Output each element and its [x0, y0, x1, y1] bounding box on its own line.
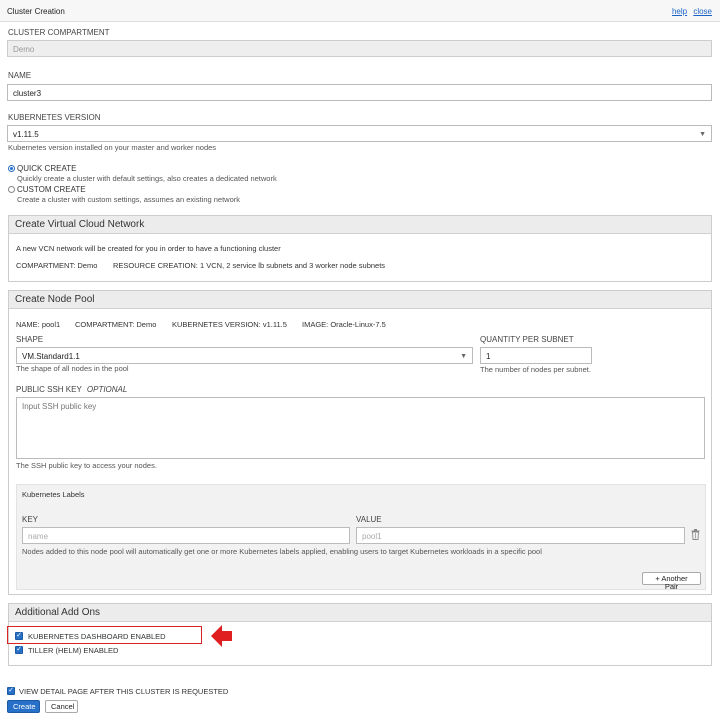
k8s-version-hint: Kubernetes version installed on your mas…: [8, 143, 217, 152]
custom-create-desc: Create a cluster with custom settings, a…: [17, 195, 241, 204]
pool-compartment: COMPARTMENT: Demo: [75, 320, 157, 329]
annotation-highlight: [7, 626, 202, 644]
ssh-label-text: PUBLIC SSH KEY: [16, 385, 82, 394]
label-value-label: VALUE: [356, 515, 382, 524]
pool-image: IMAGE: Oracle-Linux-7.5: [302, 320, 386, 329]
label-value-input[interactable]: pool1: [356, 527, 685, 544]
arrow-left-icon: [211, 624, 233, 648]
kubernetes-labels-panel: Kubernetes Labels KEY VALUE name pool1 N…: [16, 484, 706, 591]
name-input[interactable]: cluster3: [7, 84, 712, 101]
add-pair-button[interactable]: + Another Pair: [642, 572, 701, 591]
custom-create-label: CUSTOM CREATE: [17, 185, 86, 194]
view-detail-label: VIEW DETAIL PAGE AFTER THIS CLUSTER IS R…: [19, 687, 229, 696]
window-title: Cluster Creation: [7, 7, 65, 16]
vcn-section-title: Create Virtual Cloud Network: [9, 216, 711, 234]
title-bar: Cluster Creation help close: [0, 0, 720, 22]
ssh-key-textarea[interactable]: [16, 397, 705, 459]
close-link[interactable]: close: [693, 7, 712, 16]
label-key-label: KEY: [22, 515, 39, 524]
quantity-input[interactable]: 1: [480, 347, 592, 364]
ssh-optional: OPTIONAL: [86, 385, 128, 394]
quick-create-label: QUICK CREATE: [17, 164, 77, 173]
label-key-input[interactable]: name: [22, 527, 350, 544]
trash-icon[interactable]: [691, 529, 701, 541]
chevron-down-icon: ▼: [460, 353, 467, 360]
tiller-label: TILLER (HELM) ENABLED: [28, 646, 119, 655]
pool-k8s-version: KUBERNETES VERSION: v1.11.5: [172, 320, 287, 329]
ssh-label: PUBLIC SSH KEY OPTIONAL: [16, 385, 127, 394]
k8s-version-select[interactable]: v1.11.5 ▼: [7, 125, 712, 142]
chevron-down-icon: ▼: [699, 131, 706, 138]
k8s-version-value: v1.11.5: [13, 130, 39, 139]
vcn-resources: RESOURCE CREATION: 1 VCN, 2 service lb s…: [113, 261, 386, 270]
vcn-compartment: COMPARTMENT: Demo: [16, 261, 98, 270]
vcn-section: Create Virtual Cloud Network A new VCN n…: [8, 215, 712, 282]
top-links: help close: [668, 7, 712, 16]
quick-create-radio[interactable]: [8, 165, 15, 172]
custom-create-radio[interactable]: [8, 186, 15, 193]
compartment-field: Demo: [7, 40, 712, 57]
cancel-button[interactable]: Cancel: [45, 700, 78, 713]
quantity-hint: The number of nodes per subnet.: [480, 365, 591, 374]
node-pool-section: Create Node Pool NAME: pool1 COMPARTMENT…: [8, 290, 712, 595]
vcn-desc: A new VCN network will be created for yo…: [16, 244, 281, 253]
shape-select[interactable]: VM.Standard1.1 ▼: [16, 347, 473, 364]
shape-hint: The shape of all nodes in the pool: [16, 364, 129, 373]
view-detail-checkbox[interactable]: ✓: [7, 687, 15, 695]
name-label: NAME: [8, 71, 32, 80]
compartment-label: CLUSTER COMPARTMENT: [8, 28, 110, 37]
kubernetes-labels-title: Kubernetes Labels: [22, 490, 85, 499]
quantity-label: QUANTITY PER SUBNET: [480, 335, 574, 344]
labels-hint: Nodes added to this node pool will autom…: [22, 547, 542, 556]
shape-label: SHAPE: [16, 335, 44, 344]
node-pool-section-title: Create Node Pool: [9, 291, 711, 309]
k8s-version-label: KUBERNETES VERSION: [8, 113, 101, 122]
quick-create-desc: Quickly create a cluster with default se…: [17, 174, 277, 183]
pool-name: NAME: pool1: [16, 320, 61, 329]
ssh-hint: The SSH public key to access your nodes.: [16, 461, 157, 470]
help-link[interactable]: help: [672, 7, 687, 16]
create-button[interactable]: Create: [7, 700, 40, 713]
shape-value: VM.Standard1.1: [22, 352, 80, 361]
addons-section-title: Additional Add Ons: [9, 604, 711, 622]
tiller-checkbox[interactable]: ✓: [15, 646, 23, 654]
